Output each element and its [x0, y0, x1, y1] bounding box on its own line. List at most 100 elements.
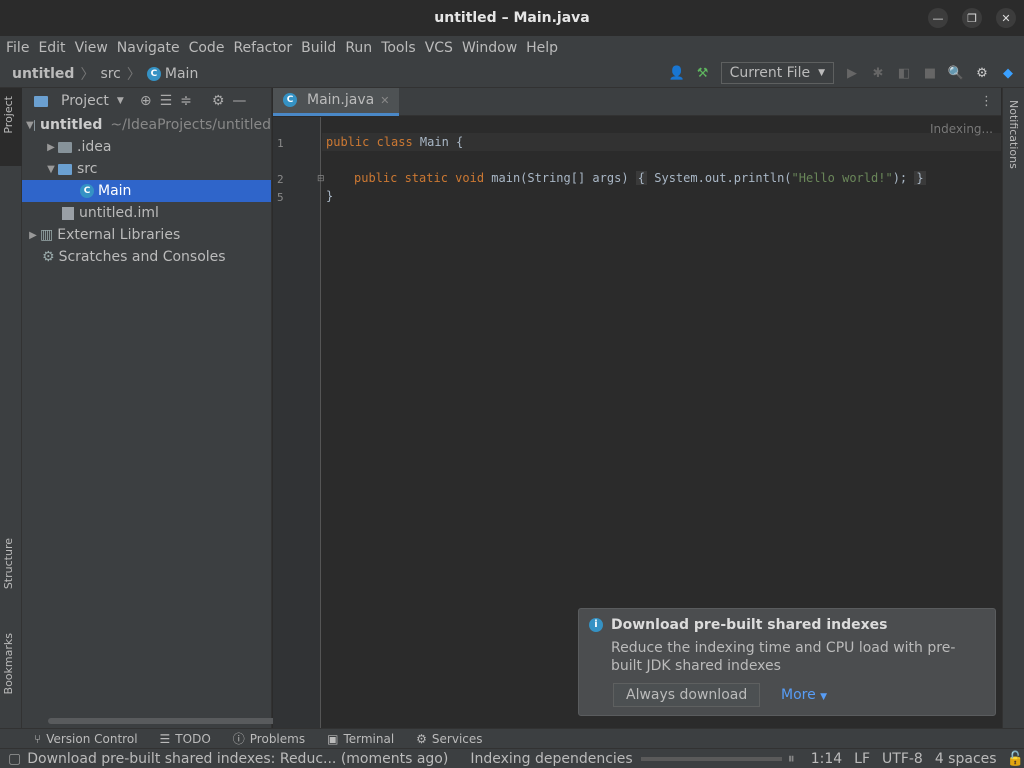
file-encoding[interactable]: UTF-8 — [882, 751, 923, 767]
fold-icon[interactable]: ⊟ — [317, 174, 325, 184]
bottom-tool-bar: ⑂ Version Control ☰ TODO ⓘ Problems ▣ Termin… — [0, 728, 1024, 748]
tree-item-external-libraries[interactable]: ▶ ▥ External Libraries — [22, 224, 271, 246]
chevron-down-icon[interactable]: ▼ — [117, 96, 124, 106]
tree-item-main[interactable]: C Main — [22, 180, 271, 202]
structure-tool-tab[interactable]: Structure — [2, 538, 15, 589]
project-tool-tab[interactable]: Project — [2, 96, 15, 134]
tool-todo[interactable]: ☰ TODO — [160, 732, 211, 746]
run-icon[interactable]: ▶ — [844, 65, 860, 81]
menu-edit[interactable]: Edit — [38, 40, 65, 56]
hide-icon[interactable]: — — [232, 93, 246, 109]
expand-all-icon[interactable]: ☰ — [160, 93, 173, 109]
line-number: 5 — [277, 191, 284, 204]
tree-item-src[interactable]: ▼ src — [22, 158, 271, 180]
line-number: 2 — [277, 173, 284, 186]
line-separator[interactable]: LF — [854, 751, 870, 767]
tree-root-path: ~/IdeaProjects/untitled — [110, 117, 271, 133]
tree-item-iml[interactable]: untitled.iml — [22, 202, 271, 224]
project-icon — [34, 95, 48, 107]
coverage-icon[interactable]: ◧ — [896, 65, 912, 81]
horizontal-scrollbar[interactable] — [48, 718, 276, 724]
collapse-all-icon[interactable]: ≑ — [180, 93, 192, 109]
breadcrumb-folder[interactable]: src — [100, 66, 120, 82]
locate-icon[interactable]: ⊕ — [140, 93, 152, 109]
project-panel-title[interactable]: Project — [61, 93, 109, 109]
lock-icon[interactable]: 🔓 — [1007, 751, 1024, 767]
tree-item-label: src — [77, 161, 98, 177]
bookmarks-tool-tab[interactable]: Bookmarks — [2, 633, 15, 694]
always-download-button[interactable]: Always download — [613, 683, 761, 707]
list-icon: ☰ — [159, 731, 171, 746]
chevron-down-icon: ▼ — [818, 68, 825, 78]
folder-icon — [33, 119, 35, 131]
tree-root-name: untitled — [39, 117, 103, 133]
menu-navigate[interactable]: Navigate — [117, 40, 180, 56]
stop-icon[interactable]: ■ — [922, 65, 938, 81]
notifications-tool-tab[interactable]: Notifications — [1007, 100, 1020, 169]
tool-terminal[interactable]: ▣ Terminal — [327, 732, 394, 746]
build-hammer-icon[interactable]: ⚒ — [695, 65, 711, 81]
source-folder-icon — [58, 163, 72, 175]
folder-icon — [58, 141, 72, 153]
tool-problems[interactable]: ⓘ Problems — [233, 730, 305, 747]
tab-main-java[interactable]: C Main.java ✕ — [273, 87, 400, 116]
menu-build[interactable]: Build — [301, 40, 336, 56]
maximize-button[interactable]: ❐ — [962, 8, 982, 28]
background-task-label[interactable]: Indexing dependencies — [470, 751, 632, 767]
chevron-down-icon: ▼ — [820, 692, 828, 702]
breadcrumb-file[interactable]: Main — [165, 66, 198, 82]
menu-run[interactable]: Run — [345, 40, 372, 56]
project-panel-header: Project ▼ ⊕ ☰ ≑ ⚙ — — [22, 88, 271, 114]
chevron-right-icon[interactable]: ▶ — [44, 142, 58, 153]
menu-vcs[interactable]: VCS — [425, 40, 453, 56]
ide-logo-icon[interactable]: ◆ — [1000, 65, 1016, 81]
tree-item-idea[interactable]: ▶ .idea — [22, 136, 271, 158]
gear-icon[interactable]: ⚙ — [974, 65, 990, 81]
code-line-1[interactable]: public class Main { — [326, 135, 463, 149]
right-tool-strip: Notifications — [1002, 88, 1024, 728]
caret-position[interactable]: 1:14 — [811, 751, 842, 767]
tree-item-label: Scratches and Consoles — [58, 249, 226, 265]
search-icon[interactable]: 🔍 — [948, 65, 964, 81]
user-icon[interactable]: 👤 — [669, 65, 685, 81]
tree-item-label: External Libraries — [57, 227, 181, 243]
menu-help[interactable]: Help — [526, 40, 558, 56]
code-line-2[interactable]: public static void main(String[] args) {… — [354, 171, 926, 185]
pause-icon[interactable]: ⏸ — [788, 751, 795, 767]
tree-item-scratches[interactable]: ⚙ Scratches and Consoles — [22, 246, 271, 268]
more-link[interactable]: More ▼ — [781, 687, 827, 703]
more-options-icon[interactable]: ⋮ — [980, 94, 993, 109]
menu-view[interactable]: View — [75, 40, 108, 56]
chevron-right-icon[interactable]: ▶ — [26, 230, 40, 241]
tool-services[interactable]: ⚙ Services — [416, 732, 482, 746]
code-line-5[interactable]: } — [326, 189, 333, 203]
minimize-button[interactable]: — — [928, 8, 948, 28]
tool-version-control[interactable]: ⑂ Version Control — [34, 732, 138, 746]
menu-window[interactable]: Window — [462, 40, 517, 56]
status-message[interactable]: Download pre-built shared indexes: Reduc… — [27, 751, 448, 767]
indent-setting[interactable]: 4 spaces — [935, 751, 997, 767]
menu-code[interactable]: Code — [189, 40, 225, 56]
breadcrumb-project[interactable]: untitled — [12, 66, 74, 82]
close-icon[interactable]: ✕ — [380, 94, 389, 107]
panel-toggle-icon[interactable]: ▢ — [8, 751, 21, 767]
menu-tools[interactable]: Tools — [381, 40, 416, 56]
tree-item-root[interactable]: ▼ untitled ~/IdeaProjects/untitled — [22, 114, 271, 136]
line-number: 1 — [277, 137, 284, 150]
chevron-down-icon[interactable]: ▼ — [26, 120, 34, 131]
info-icon: i — [589, 618, 603, 632]
notification-body: Reduce the indexing time and CPU load wi… — [611, 640, 956, 674]
services-icon: ⚙ — [416, 731, 427, 746]
class-icon: C — [283, 93, 297, 107]
run-configuration-select[interactable]: Current File ▼ — [720, 62, 834, 84]
menu-refactor[interactable]: Refactor — [233, 40, 292, 56]
chevron-down-icon[interactable]: ▼ — [44, 164, 58, 175]
left-tool-strip: Project Structure Bookmarks — [0, 88, 22, 728]
gear-icon[interactable]: ⚙ — [212, 93, 225, 109]
line-number-gutter: 1 2 5 ⊟ — [273, 117, 325, 728]
close-button[interactable]: ✕ — [996, 8, 1016, 28]
debug-icon[interactable]: ✱ — [870, 65, 886, 81]
branch-icon: ⑂ — [34, 731, 42, 746]
menu-file[interactable]: File — [6, 40, 29, 56]
scratches-icon: ⚙ — [42, 249, 55, 265]
